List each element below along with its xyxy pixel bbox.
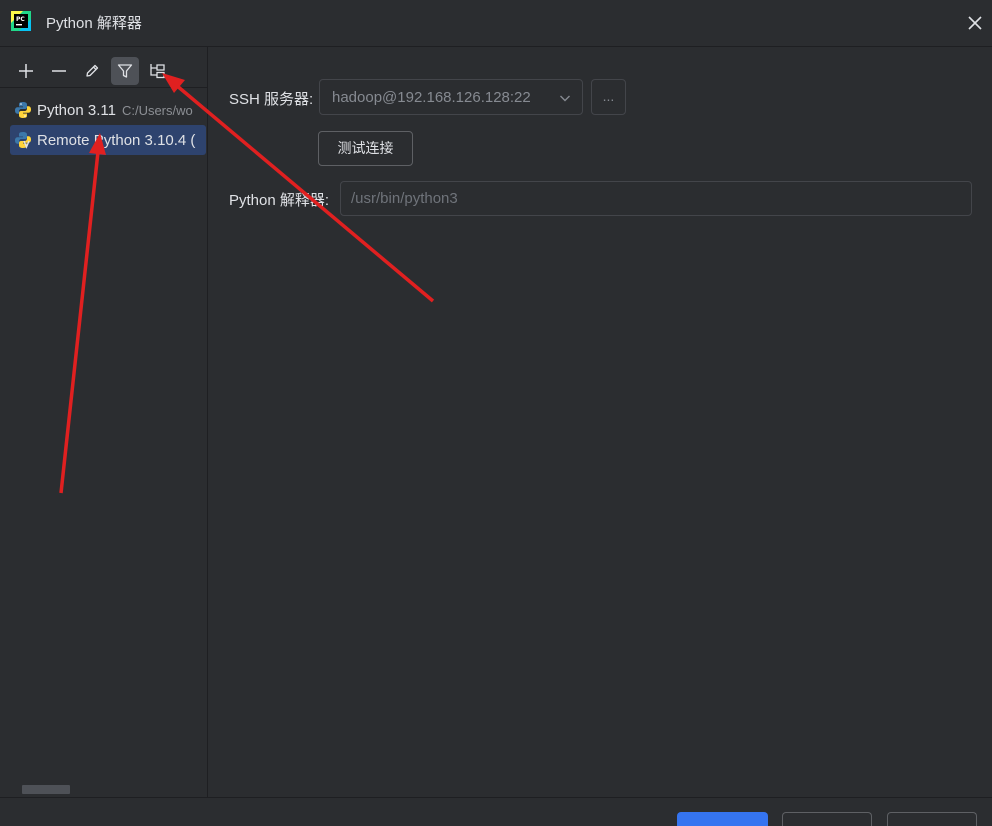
chevron-down-icon (560, 95, 570, 102)
interpreter-item-python-311[interactable]: Python 3.11 C:/Users/wo (0, 95, 207, 125)
toolbar-divider (0, 87, 207, 88)
filter-icon (117, 64, 133, 78)
interpreter-path-value: /usr/bin/python3 (351, 190, 458, 207)
apply-button[interactable] (887, 812, 977, 826)
minus-icon (52, 70, 66, 72)
add-interpreter-button[interactable] (12, 57, 40, 85)
edit-interpreter-button[interactable] (78, 57, 106, 85)
title-bar: PC Python 解释器 (0, 0, 992, 47)
tree-icon (150, 64, 165, 79)
interpreter-toolbar (10, 57, 200, 87)
cancel-button[interactable] (782, 812, 872, 826)
ok-button[interactable] (677, 812, 768, 826)
interpreter-settings-panel: SSH 服务器: hadoop@192.168.126.128:22 ... 测… (208, 47, 992, 797)
plus-icon (19, 64, 33, 78)
svg-text:PC: PC (16, 16, 25, 23)
remove-interpreter-button[interactable] (45, 57, 73, 85)
close-icon[interactable] (964, 12, 986, 34)
python-icon (15, 102, 31, 118)
pencil-icon (86, 64, 99, 77)
ssh-server-value: hadoop@192.168.126.128:22 (332, 89, 531, 106)
pycharm-icon: PC (11, 11, 31, 31)
interpreter-path-label: Python 解释器: (229, 192, 330, 209)
python-remote-icon (15, 132, 31, 149)
ssh-server-dropdown[interactable]: hadoop@192.168.126.128:22 (319, 79, 583, 115)
footer-divider (0, 797, 992, 798)
filter-button[interactable] (111, 57, 139, 85)
test-connection-button[interactable]: 测试连接 (318, 131, 413, 166)
interpreter-name: Python 3.11 (37, 101, 116, 119)
show-paths-button[interactable] (144, 57, 172, 85)
browse-ssh-button[interactable]: ... (591, 79, 626, 115)
interpreter-name: Remote Python 3.10.4 ( (37, 131, 196, 149)
interpreter-sidebar: Python 3.11 C:/Users/wo Remote Python 3.… (0, 47, 208, 797)
ssh-server-label: SSH 服务器: (229, 91, 314, 108)
horizontal-scrollbar[interactable] (22, 785, 70, 794)
interpreter-path-field[interactable]: /usr/bin/python3 (340, 181, 972, 216)
interpreter-item-remote-python[interactable]: Remote Python 3.10.4 ( (10, 125, 206, 155)
interpreter-list: Python 3.11 C:/Users/wo Remote Python 3.… (0, 95, 207, 155)
window-title: Python 解释器 (46, 15, 142, 32)
interpreter-path: C:/Users/wo (121, 102, 193, 118)
